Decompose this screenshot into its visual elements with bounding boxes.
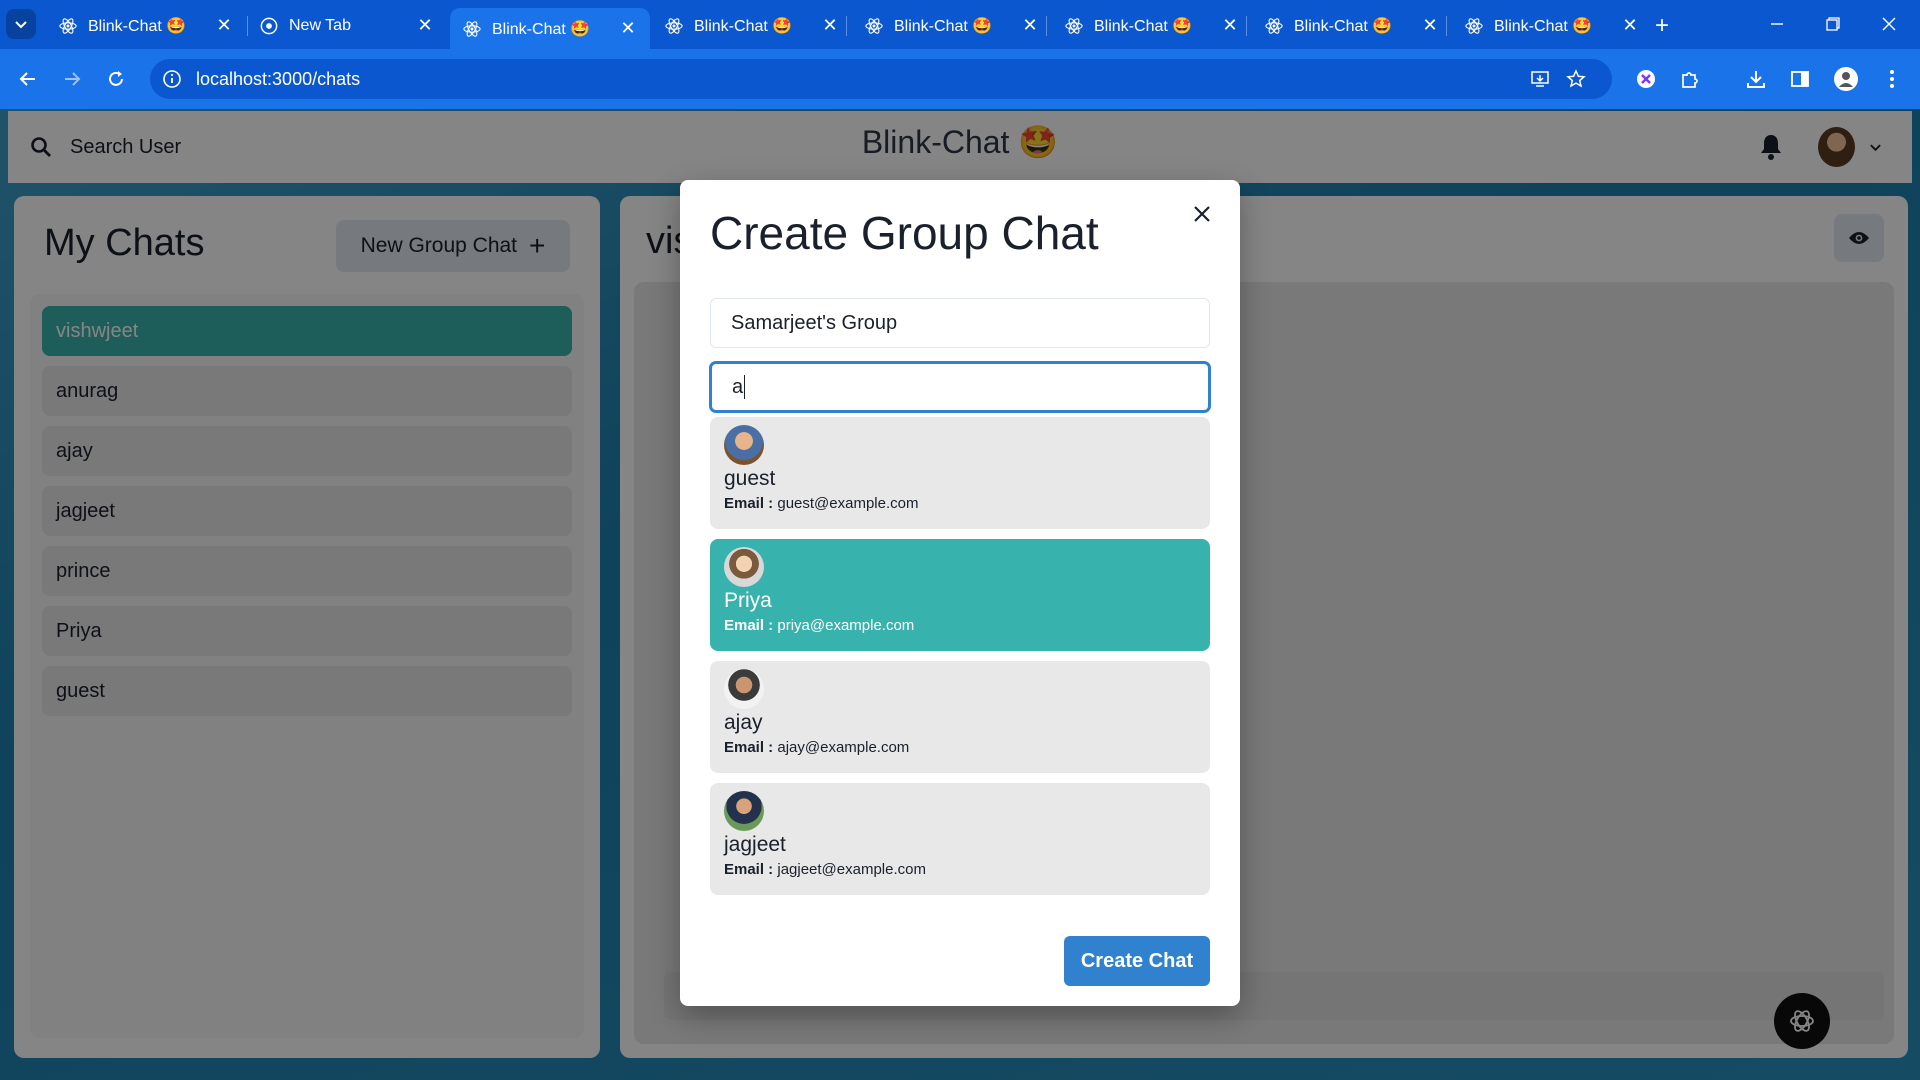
- group-name-input[interactable]: Samarjeet's Group: [710, 298, 1210, 348]
- new-tab-plus-icon[interactable]: +: [1648, 12, 1676, 40]
- close-tab-icon[interactable]: ✕: [411, 12, 439, 40]
- close-tab-icon[interactable]: ✕: [210, 12, 238, 40]
- email-label: Email :: [724, 495, 774, 512]
- tab-title: Blink-Chat 🤩: [1494, 17, 1593, 35]
- close-tab-icon[interactable]: ✕: [1016, 12, 1044, 40]
- app-root: Search User Blink-Chat 🤩 My Chats New Gr…: [0, 109, 1920, 1080]
- react-icon: [664, 16, 684, 36]
- user-result-item[interactable]: guest Email : guest@example.com: [710, 417, 1210, 529]
- user-name: jagjeet: [724, 833, 786, 856]
- tab-title: Blink-Chat 🤩: [1294, 17, 1393, 35]
- user-email: Email : priya@example.com: [724, 617, 1196, 634]
- group-name-value: Samarjeet's Group: [731, 311, 898, 334]
- avatar: [724, 669, 764, 709]
- browser-tab[interactable]: Blink-Chat 🤩 ✕: [1052, 8, 1252, 43]
- minimize-icon[interactable]: [1754, 8, 1800, 40]
- tab-search-chevron-icon[interactable]: [6, 9, 36, 39]
- browser-tab[interactable]: Blink-Chat 🤩 ✕: [46, 8, 246, 43]
- text-caret: [744, 375, 746, 399]
- email-value: ajay@example.com: [777, 739, 910, 756]
- reload-icon[interactable]: [100, 63, 132, 95]
- side-panel-icon[interactable]: [1784, 63, 1816, 95]
- user-email: Email : ajay@example.com: [724, 739, 1196, 756]
- browser-tab[interactable]: New Tab ✕: [247, 8, 447, 43]
- modal-title: Create Group Chat: [710, 207, 1099, 259]
- tab-title: Blink-Chat 🤩: [492, 20, 591, 38]
- close-tab-icon[interactable]: ✕: [1616, 12, 1644, 40]
- email-label: Email :: [724, 739, 774, 756]
- forward-arrow-icon[interactable]: [56, 63, 88, 95]
- url-text: localhost:3000/chats: [196, 69, 361, 89]
- browser-tab[interactable]: Blink-Chat 🤩 ✕: [1452, 8, 1652, 43]
- email-value: priya@example.com: [777, 617, 915, 634]
- create-group-chat-modal: Create Group Chat Samarjeet's Group a gu…: [680, 180, 1240, 1006]
- site-info-icon[interactable]: [162, 69, 182, 89]
- avatar: [724, 547, 764, 587]
- user-result-item[interactable]: jagjeet Email : jagjeet@example.com: [710, 783, 1210, 895]
- create-chat-button[interactable]: Create Chat: [1064, 936, 1210, 986]
- add-users-search-input[interactable]: a: [710, 362, 1210, 412]
- avatar: [724, 425, 764, 465]
- kebab-menu-icon[interactable]: [1876, 63, 1908, 95]
- downloads-icon[interactable]: [1740, 63, 1772, 95]
- avatar: [724, 791, 764, 831]
- close-tab-icon[interactable]: ✕: [1216, 12, 1244, 40]
- email-label: Email :: [724, 861, 774, 878]
- react-icon: [1064, 16, 1084, 36]
- tab-separator: [1046, 16, 1047, 36]
- restore-icon[interactable]: [1810, 8, 1856, 40]
- browser-tab[interactable]: Blink-Chat 🤩 ✕: [852, 8, 1052, 43]
- extensions-puzzle-icon[interactable]: [1674, 63, 1706, 95]
- user-email: Email : guest@example.com: [724, 495, 1196, 512]
- close-tab-icon[interactable]: ✕: [614, 15, 642, 43]
- tab-title: Blink-Chat 🤩: [1094, 17, 1193, 35]
- profile-icon[interactable]: [1830, 63, 1862, 95]
- address-bar[interactable]: localhost:3000/chats: [150, 59, 1612, 99]
- react-icon: [1264, 16, 1284, 36]
- react-icon: [864, 16, 884, 36]
- user-name: guest: [724, 467, 776, 490]
- tab-separator: [1446, 16, 1447, 36]
- react-icon: [1464, 16, 1484, 36]
- close-tab-icon[interactable]: ✕: [816, 12, 844, 40]
- browser-tab-bar: Blink-Chat 🤩 ✕ New Tab ✕ Blink-Chat 🤩 ✕ …: [0, 0, 1920, 49]
- search-users-value: a: [732, 375, 744, 398]
- email-value: guest@example.com: [777, 495, 919, 512]
- user-name: ajay: [724, 711, 763, 734]
- user-result-item[interactable]: Priya Email : priya@example.com: [710, 539, 1210, 651]
- email-label: Email :: [724, 617, 774, 634]
- close-tab-icon[interactable]: ✕: [1416, 12, 1444, 40]
- install-app-icon[interactable]: [1528, 67, 1552, 91]
- user-result-item[interactable]: ajay Email : ajay@example.com: [710, 661, 1210, 773]
- close-icon[interactable]: [1186, 198, 1218, 230]
- back-arrow-icon[interactable]: [12, 63, 44, 95]
- email-value: jagjeet@example.com: [777, 861, 926, 878]
- chrome-icon: [259, 16, 279, 36]
- tab-title: Blink-Chat 🤩: [88, 17, 187, 35]
- tab-title: New Tab: [289, 16, 351, 34]
- tab-title: Blink-Chat 🤩: [694, 17, 793, 35]
- user-email: Email : jagjeet@example.com: [724, 861, 1196, 878]
- tab-separator: [1246, 16, 1247, 36]
- react-icon: [462, 19, 482, 39]
- extension-icon[interactable]: [1630, 63, 1662, 95]
- browser-tab-active[interactable]: Blink-Chat 🤩 ✕: [450, 8, 650, 49]
- browser-tab[interactable]: Blink-Chat 🤩 ✕: [652, 8, 852, 43]
- tab-separator: [846, 16, 847, 36]
- user-name: Priya: [724, 589, 772, 612]
- browser-toolbar: localhost:3000/chats: [0, 49, 1920, 109]
- close-window-icon[interactable]: [1866, 8, 1912, 40]
- react-icon: [58, 16, 78, 36]
- bookmark-star-icon[interactable]: [1564, 67, 1588, 91]
- tab-title: Blink-Chat 🤩: [894, 17, 993, 35]
- browser-tab[interactable]: Blink-Chat 🤩 ✕: [1252, 8, 1452, 43]
